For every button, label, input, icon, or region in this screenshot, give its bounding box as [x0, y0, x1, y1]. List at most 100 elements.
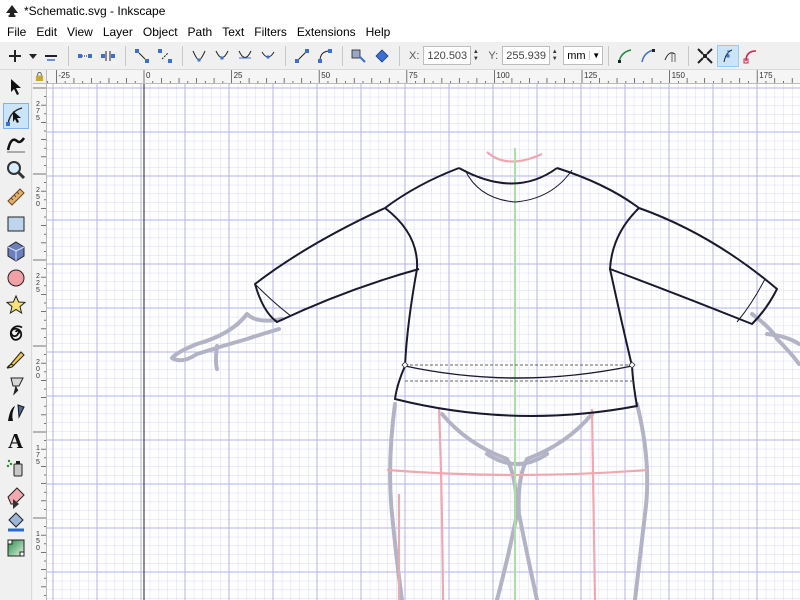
stroke-to-path-button[interactable] [371, 45, 393, 67]
measure-icon [7, 188, 25, 206]
next-path-effect-button[interactable] [614, 45, 636, 67]
inkscape-logo-icon [6, 5, 18, 17]
rectangle-icon [7, 216, 25, 232]
node-tool[interactable] [3, 103, 29, 129]
clip-path-button[interactable] [637, 45, 659, 67]
calligraphy-icon [8, 404, 25, 421]
menu-layer[interactable]: Layer [98, 22, 138, 42]
object-to-path-button[interactable] [348, 45, 370, 67]
menu-extensions[interactable]: Extensions [292, 22, 361, 42]
text-tool[interactable]: A [3, 427, 29, 453]
delete-node-button[interactable] [40, 45, 62, 67]
spiral-icon [9, 325, 23, 341]
cusp-node-button[interactable] [188, 45, 210, 67]
smooth-node-icon [215, 50, 229, 59]
star-icon [5, 294, 27, 315]
3d-box-tool[interactable] [3, 238, 29, 264]
node-edit-icon [6, 107, 23, 126]
clip-path-icon [641, 48, 656, 62]
show-outline-button[interactable] [740, 45, 762, 67]
ruler-label: 25 [234, 71, 243, 80]
show-handles-icon [723, 49, 733, 62]
pen-tool[interactable] [3, 373, 29, 399]
x-label: X: [409, 49, 420, 62]
menu-help[interactable]: Help [361, 22, 396, 42]
text-icon: A [8, 429, 24, 451]
drawing-canvas[interactable] [47, 84, 800, 600]
delete-segment-button[interactable] [154, 45, 176, 67]
join-segment-button[interactable] [131, 45, 153, 67]
menu-filters[interactable]: Filters [249, 22, 292, 42]
horizontal-ruler[interactable]: -25 0 25 50 75 100 125 150 175 [47, 70, 800, 84]
vertical-ruler[interactable]: 275 250 225 200 175 150 [33, 84, 47, 600]
spray-tool[interactable] [3, 454, 29, 480]
transform-handles-icon [697, 47, 713, 64]
ruler-label: 175 [759, 71, 773, 80]
mask-button[interactable] [660, 45, 682, 67]
caret-down-icon [29, 53, 37, 59]
symmetric-node-icon [238, 50, 252, 58]
zoom-tool[interactable] [3, 157, 29, 183]
pencil-icon [6, 351, 25, 369]
menu-object[interactable]: Object [138, 22, 183, 42]
break-path-icon [101, 50, 115, 61]
unit-select[interactable]: mm ▼ [563, 46, 604, 65]
ruler-label: 125 [584, 71, 598, 80]
3d-box-icon [7, 241, 25, 262]
zoom-icon [7, 161, 26, 180]
segment-to-curve-button[interactable] [314, 45, 336, 67]
paint-bucket-tool[interactable] [3, 508, 29, 534]
insert-node-icon [9, 49, 21, 62]
menu-view[interactable]: View [62, 22, 98, 42]
ruler-label: 250 [36, 187, 40, 208]
window-title: *Schematic.svg - Inkscape [24, 4, 166, 18]
selector-tool[interactable] [3, 74, 29, 100]
auto-smooth-button[interactable] [257, 45, 279, 67]
caret-right-icon [13, 499, 19, 509]
canvas-drawing [47, 84, 800, 600]
menu-edit[interactable]: Edit [31, 22, 62, 42]
ruler-label: 75 [409, 71, 418, 80]
unit-value: mm [567, 49, 586, 62]
mask-icon [664, 51, 676, 62]
calligraphy-tool[interactable] [3, 400, 29, 426]
menu-text[interactable]: Text [217, 22, 249, 42]
star-tool[interactable] [3, 292, 29, 318]
ruler-corner-lock[interactable] [33, 70, 47, 84]
ruler-label: 275 [36, 101, 40, 122]
ruler-label: 100 [496, 71, 510, 80]
gradient-tool[interactable] [3, 535, 29, 561]
spiral-tool[interactable] [3, 319, 29, 345]
title-bar: *Schematic.svg - Inkscape [0, 0, 800, 22]
menu-file[interactable]: File [2, 22, 31, 42]
paint-bucket-icon [8, 512, 24, 532]
y-coordinate-input[interactable]: 255.939 [502, 46, 551, 65]
segment-curve-icon [318, 48, 332, 63]
menu-path[interactable]: Path [183, 22, 218, 42]
smooth-node-button[interactable] [211, 45, 233, 67]
ruler-label: -25 [58, 71, 70, 80]
toolbox-scroll-arrow[interactable] [12, 498, 20, 509]
insert-node-button[interactable] [4, 45, 26, 67]
symmetric-node-button[interactable] [234, 45, 256, 67]
svg-text:A: A [8, 429, 24, 451]
ruler-label: 175 [36, 445, 40, 466]
show-handles-button[interactable] [717, 44, 740, 67]
break-path-button[interactable] [97, 45, 119, 67]
pencil-tool[interactable] [3, 346, 29, 372]
show-outline-icon [743, 49, 757, 63]
pen-icon [10, 377, 24, 396]
ruler-label: 150 [36, 531, 40, 552]
insert-node-dropdown[interactable] [27, 45, 39, 67]
y-spinner[interactable]: ▲ ▼ [550, 46, 559, 65]
ellipse-tool[interactable] [3, 265, 29, 291]
x-spinner[interactable]: ▲ ▼ [471, 46, 480, 65]
x-coordinate-input[interactable]: 120.503 [423, 46, 472, 65]
rectangle-tool[interactable] [3, 211, 29, 237]
segment-to-line-button[interactable] [291, 45, 313, 67]
join-nodes-button[interactable] [74, 45, 96, 67]
measure-tool[interactable] [3, 184, 29, 210]
tweak-tool[interactable] [3, 130, 29, 156]
show-transform-handles-button[interactable] [694, 45, 716, 67]
delete-node-icon [45, 54, 57, 61]
